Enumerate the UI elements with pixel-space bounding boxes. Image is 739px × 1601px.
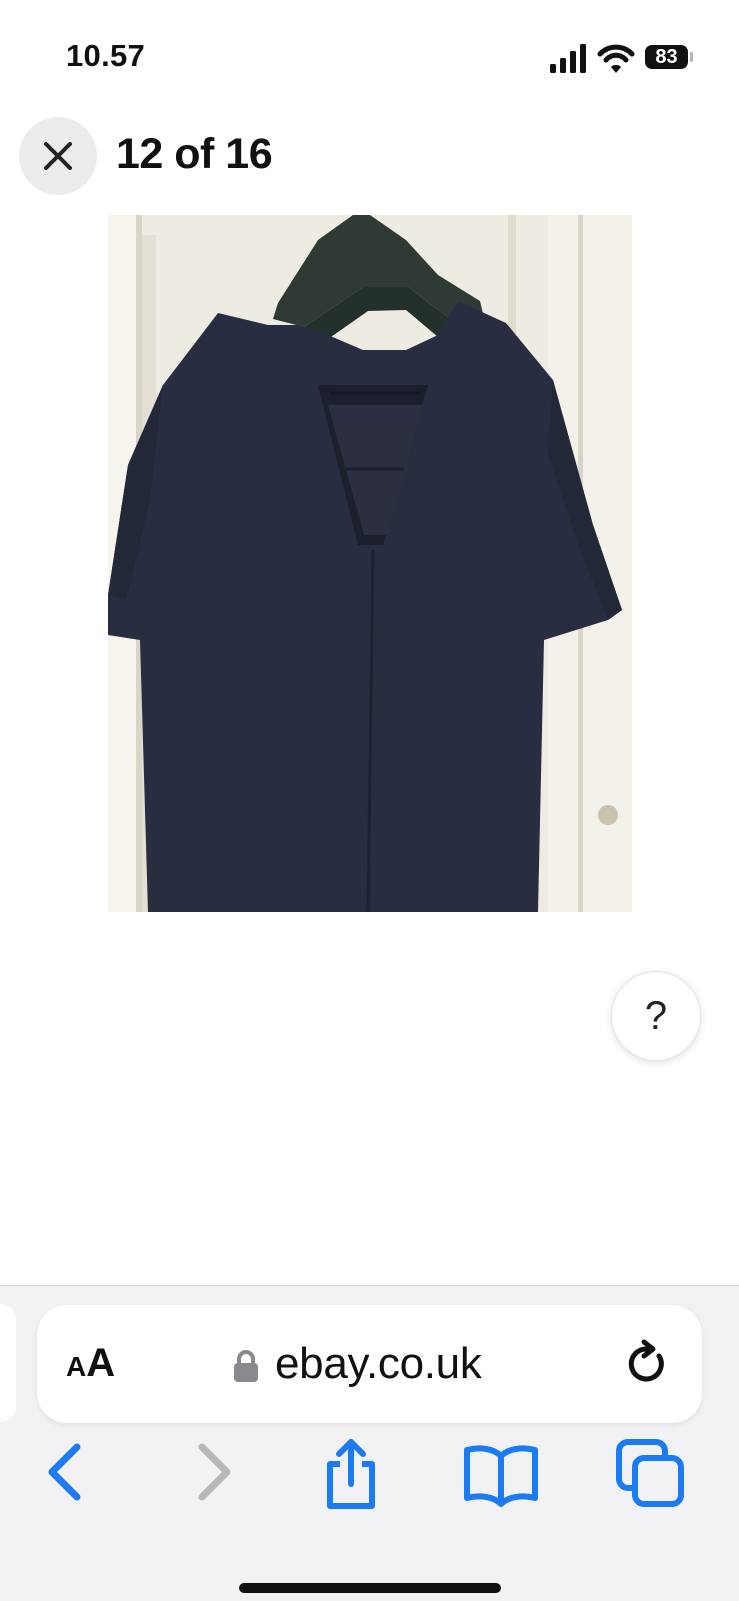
product-photo[interactable] bbox=[108, 215, 632, 912]
bookmarks-icon bbox=[464, 1445, 538, 1507]
address-bar[interactable]: AA ebay.co.uk bbox=[37, 1305, 702, 1423]
reload-button[interactable] bbox=[622, 1339, 672, 1389]
url-text: ebay.co.uk bbox=[275, 1339, 482, 1388]
status-time: 10.57 bbox=[66, 38, 146, 73]
text-size-large-letter: A bbox=[86, 1341, 116, 1385]
battery-cap bbox=[690, 52, 693, 62]
status-bar: 10.57 83 bbox=[0, 0, 739, 110]
battery-icon: 83 bbox=[645, 45, 688, 69]
lock-icon bbox=[234, 1350, 258, 1382]
cellular-signal-icon bbox=[550, 44, 586, 73]
dress-photo-illustration bbox=[108, 215, 632, 912]
image-viewer-header: 12 of 16 bbox=[0, 110, 739, 200]
back-icon bbox=[48, 1443, 81, 1501]
reload-icon bbox=[628, 1339, 664, 1382]
forward-icon bbox=[198, 1443, 231, 1501]
text-size-small-letter: A bbox=[66, 1351, 87, 1382]
back-button[interactable] bbox=[30, 1434, 110, 1514]
home-indicator[interactable] bbox=[239, 1583, 501, 1593]
battery-level: 83 bbox=[655, 46, 678, 68]
status-icons: 83 bbox=[550, 40, 700, 76]
help-button[interactable]: ? bbox=[611, 971, 701, 1061]
image-counter: 12 of 16 bbox=[116, 130, 273, 178]
wifi-icon bbox=[597, 44, 635, 73]
bookmarks-button[interactable] bbox=[461, 1434, 541, 1514]
text-size-button[interactable]: AA bbox=[66, 1341, 115, 1391]
forward-button[interactable] bbox=[172, 1434, 252, 1514]
tabs-icon bbox=[616, 1439, 684, 1507]
tabs-button[interactable] bbox=[613, 1434, 693, 1514]
browser-chrome: AA ebay.co.uk bbox=[0, 1285, 739, 1601]
previous-tab-edge[interactable] bbox=[0, 1304, 16, 1422]
close-icon bbox=[44, 142, 72, 170]
browser-toolbar bbox=[0, 1434, 739, 1524]
share-button[interactable] bbox=[311, 1434, 391, 1514]
close-button[interactable] bbox=[19, 117, 97, 195]
share-icon bbox=[327, 1439, 375, 1509]
